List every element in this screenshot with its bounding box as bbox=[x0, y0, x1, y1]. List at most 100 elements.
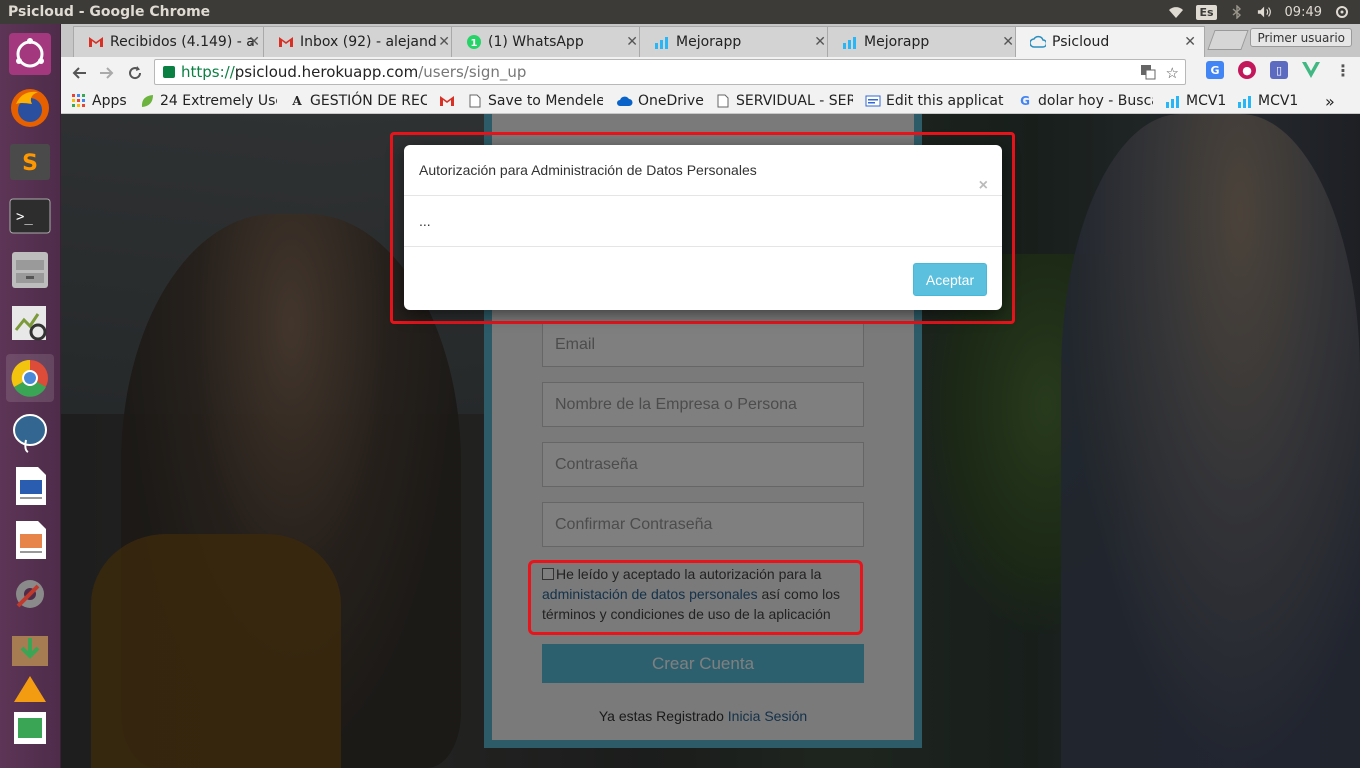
letter-a-icon: A bbox=[292, 94, 302, 108]
bookmark-dolar-hoy[interactable]: G dolar hoy - Busca bbox=[1017, 91, 1153, 111]
page-viewport: Email Nombre de la Empresa o Persona Con… bbox=[61, 114, 1360, 768]
bookmark-onedrive[interactable]: OneDrive bbox=[617, 91, 704, 111]
browser-toolbar: https://psicloud.herokuapp.com/users/sig… bbox=[61, 57, 1360, 88]
bookmark-gestion[interactable]: A GESTIÓN DE REC bbox=[289, 91, 427, 111]
launcher-settings-icon[interactable] bbox=[6, 570, 54, 618]
launcher-app-icon[interactable] bbox=[6, 674, 54, 704]
annotation-box-terms bbox=[528, 560, 863, 635]
close-icon[interactable]: ✕ bbox=[438, 34, 450, 50]
close-icon[interactable]: ✕ bbox=[626, 34, 638, 50]
launcher-terminal-icon[interactable]: >_ bbox=[6, 192, 54, 240]
chart-icon bbox=[1237, 93, 1253, 109]
bookmarks-bar: Apps 24 Extremely Use A GESTIÓN DE REC S… bbox=[61, 88, 1360, 114]
power-gear-icon[interactable] bbox=[1334, 4, 1350, 20]
login-link[interactable]: Inicia Sesión bbox=[728, 708, 807, 724]
create-account-button[interactable]: Crear Cuenta bbox=[542, 644, 864, 683]
bookmark-gmail[interactable] bbox=[439, 91, 460, 111]
tab-whatsapp[interactable]: 1 (1) WhatsApp ✕ bbox=[451, 26, 647, 57]
lock-icon bbox=[163, 66, 175, 78]
close-icon[interactable]: ✕ bbox=[814, 34, 826, 50]
login-prompt: Ya estas Registrado Inicia Sesión bbox=[598, 708, 808, 724]
keyboard-layout-indicator[interactable]: Es bbox=[1196, 4, 1217, 20]
whatsapp-icon: 1 bbox=[466, 34, 482, 50]
translate-icon[interactable] bbox=[1140, 64, 1156, 84]
accept-button[interactable]: Aceptar bbox=[913, 263, 987, 296]
bookmark-mcv1-1[interactable]: MCV1 bbox=[1165, 91, 1226, 111]
vue-devtools-icon[interactable] bbox=[1302, 61, 1320, 79]
launcher-chrome-icon[interactable] bbox=[6, 354, 54, 402]
ext-icon[interactable]: ▯ bbox=[1270, 61, 1288, 79]
launcher-system-monitor-icon[interactable] bbox=[6, 300, 54, 348]
launcher-calc-icon[interactable] bbox=[6, 708, 54, 748]
close-icon[interactable]: ✕ bbox=[1002, 34, 1014, 50]
svg-text:S: S bbox=[22, 151, 38, 176]
tab-gmail-recibidos[interactable]: Recibidos (4.149) - a ✕ bbox=[73, 26, 269, 57]
apps-icon bbox=[71, 93, 87, 109]
modal-title: Autorización para Administración de Dato… bbox=[419, 162, 757, 178]
page-icon bbox=[715, 93, 731, 109]
back-arrow-icon[interactable] bbox=[67, 61, 91, 85]
email-field[interactable]: Email bbox=[542, 322, 864, 367]
launcher-installer-icon[interactable] bbox=[6, 624, 54, 672]
bluetooth-icon[interactable] bbox=[1229, 4, 1245, 20]
clock[interactable]: 09:49 bbox=[1285, 5, 1322, 20]
bookmark-edit-application[interactable]: Edit this applicat bbox=[865, 91, 1005, 111]
leaf-icon bbox=[139, 93, 155, 109]
mejorapp-icon bbox=[654, 34, 670, 50]
close-icon[interactable]: × bbox=[979, 178, 988, 194]
tab-strip: Recibidos (4.149) - a ✕ Inbox (92) - ale… bbox=[61, 24, 1360, 57]
psicloud-icon bbox=[1030, 34, 1046, 50]
consent-modal: Autorización para Administración de Dato… bbox=[404, 145, 1002, 310]
address-bar[interactable]: https://psicloud.herokuapp.com/users/sig… bbox=[154, 59, 1186, 85]
modal-body: ... bbox=[419, 213, 431, 229]
edit-icon bbox=[865, 93, 881, 109]
launcher-writer-icon[interactable] bbox=[6, 462, 54, 510]
bookmark-24-extremely[interactable]: 24 Extremely Use bbox=[139, 91, 277, 111]
bookmark-servidual[interactable]: SERVIDUAL - SER bbox=[715, 91, 853, 111]
extension-icons: G ● ▯ ⋮ bbox=[1206, 61, 1352, 80]
bookmark-star-icon[interactable]: ☆ bbox=[1166, 64, 1179, 84]
mejorapp-icon bbox=[842, 34, 858, 50]
modal-footer: Aceptar bbox=[404, 246, 1002, 310]
close-icon[interactable]: ✕ bbox=[1184, 34, 1196, 50]
bookmark-mcv1-2[interactable]: MCV1 bbox=[1237, 91, 1298, 111]
browser-window: Recibidos (4.149) - a ✕ Inbox (92) - ale… bbox=[61, 24, 1360, 114]
bookmarks-overflow-chevron-icon[interactable]: » bbox=[1325, 91, 1335, 111]
launcher-files-icon[interactable] bbox=[6, 246, 54, 294]
launcher-dash-icon[interactable] bbox=[6, 30, 54, 78]
bookmark-apps[interactable]: Apps bbox=[71, 91, 127, 111]
modal-header: Autorización para Administración de Dato… bbox=[404, 145, 1002, 196]
window-title: Psicloud - Google Chrome bbox=[8, 4, 211, 20]
os-top-panel: Psicloud - Google Chrome Es 09:49 bbox=[0, 0, 1360, 24]
gmail-icon bbox=[88, 34, 104, 50]
launcher-impress-icon[interactable] bbox=[6, 516, 54, 564]
page-icon bbox=[467, 93, 483, 109]
record-ext-icon[interactable]: ● bbox=[1238, 61, 1256, 79]
volume-icon[interactable] bbox=[1257, 4, 1273, 20]
bookmark-mendeley[interactable]: Save to Mendeley bbox=[467, 91, 603, 111]
cloud-icon bbox=[617, 93, 633, 109]
new-tab-button[interactable] bbox=[1207, 30, 1249, 50]
gmail-icon bbox=[278, 34, 294, 50]
profile-button[interactable]: Primer usuario bbox=[1250, 28, 1352, 47]
reload-icon[interactable] bbox=[123, 61, 147, 85]
confirm-password-field[interactable]: Confirmar Contraseña bbox=[542, 502, 864, 547]
ubuntu-launcher: S >_ bbox=[0, 24, 61, 768]
close-icon[interactable]: ✕ bbox=[248, 34, 260, 50]
svg-text:1: 1 bbox=[471, 38, 478, 49]
menu-kebab-icon[interactable]: ⋮ bbox=[1334, 61, 1352, 80]
gmail-icon bbox=[439, 93, 455, 109]
google-translate-ext-icon[interactable]: G bbox=[1206, 61, 1224, 79]
launcher-pgadmin-icon[interactable] bbox=[6, 408, 54, 456]
google-icon: G bbox=[1020, 94, 1030, 108]
password-field[interactable]: Contraseña bbox=[542, 442, 864, 487]
tab-gmail-inbox[interactable]: Inbox (92) - alejand ✕ bbox=[263, 26, 459, 57]
tab-psicloud[interactable]: Psicloud ✕ bbox=[1015, 26, 1205, 57]
launcher-sublime-icon[interactable]: S bbox=[6, 138, 54, 186]
company-name-field[interactable]: Nombre de la Empresa o Persona bbox=[542, 382, 864, 427]
launcher-firefox-icon[interactable] bbox=[6, 84, 54, 132]
wifi-icon[interactable] bbox=[1168, 4, 1184, 20]
tab-mejorapp-2[interactable]: Mejorapp ✕ bbox=[827, 26, 1023, 57]
tab-mejorapp-1[interactable]: Mejorapp ✕ bbox=[639, 26, 835, 57]
forward-arrow-icon[interactable] bbox=[95, 61, 119, 85]
